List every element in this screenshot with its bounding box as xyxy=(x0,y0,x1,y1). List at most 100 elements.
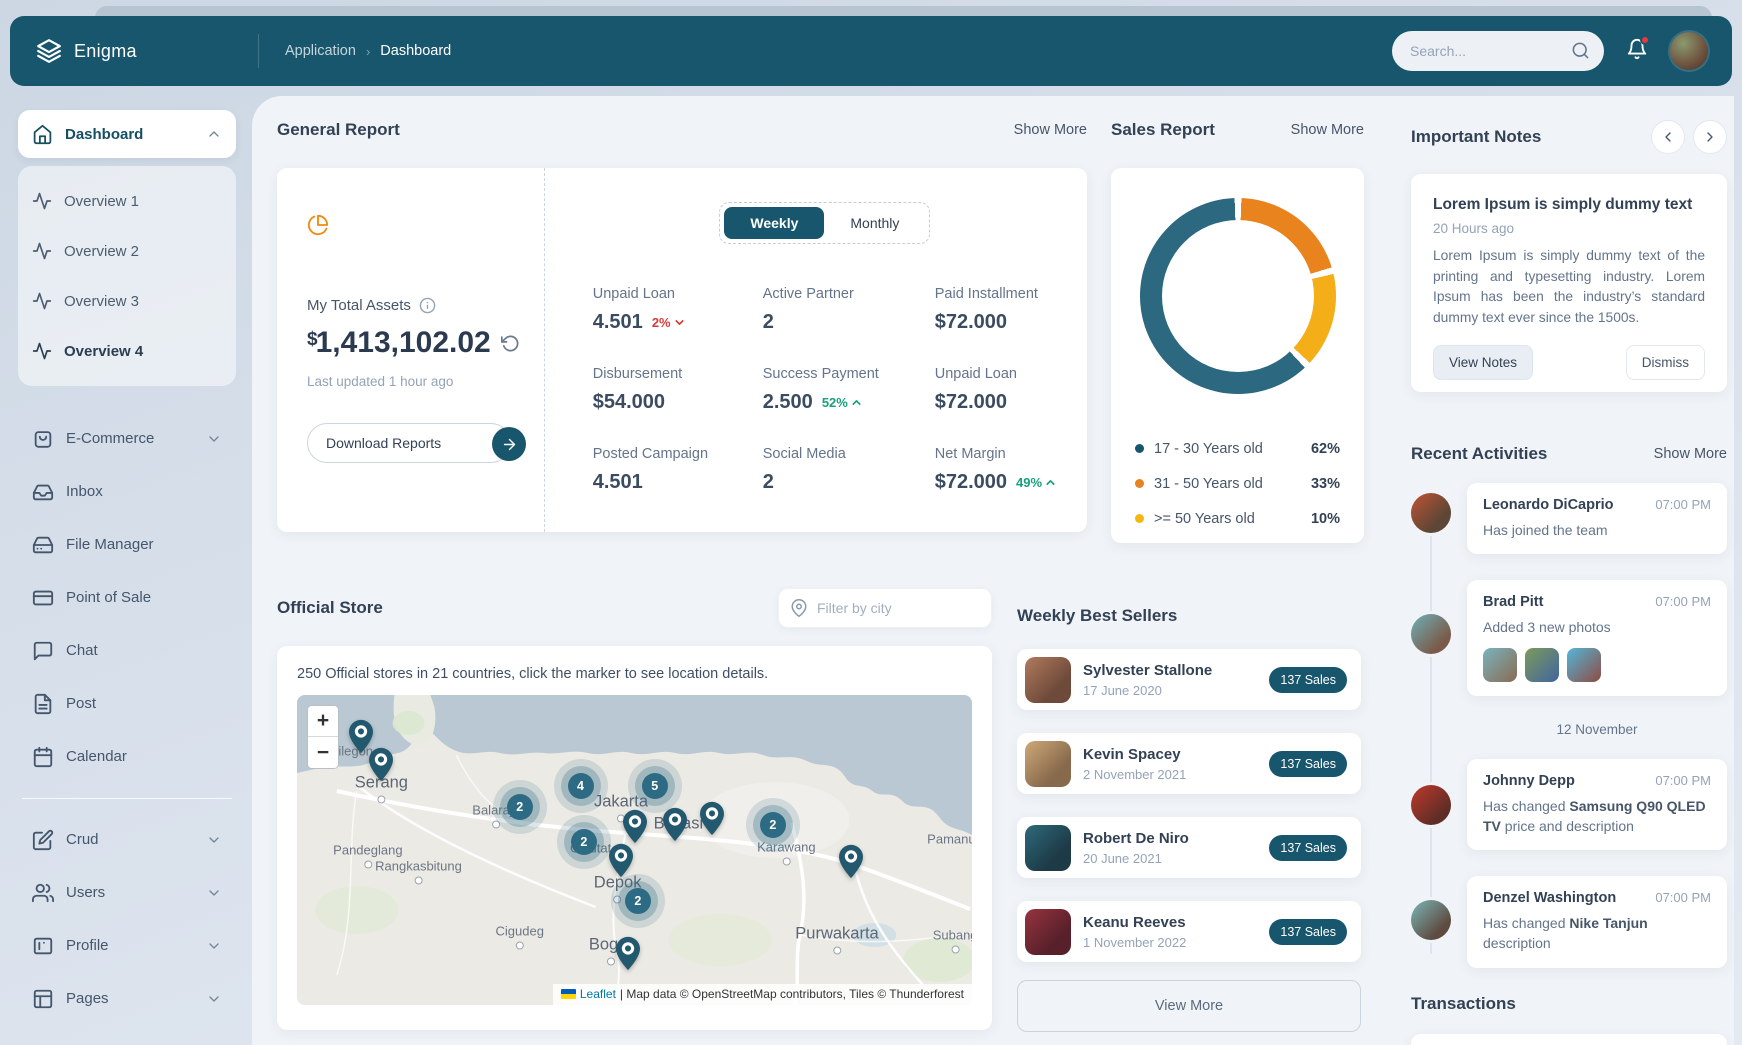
sidebar-item-crud[interactable]: Crud xyxy=(18,813,236,866)
sidebar-item-chat[interactable]: Chat xyxy=(18,624,236,677)
section-title: Sales Report xyxy=(1111,120,1215,140)
best-seller-item[interactable]: Keanu Reeves1 November 2022 137 Sales xyxy=(1017,901,1361,962)
notes-prev-button[interactable] xyxy=(1651,120,1685,154)
search-box xyxy=(1392,31,1604,71)
sidebar-item-calendar[interactable]: Calendar xyxy=(18,730,236,783)
activity-card[interactable]: Johnny Depp07:00 PM Has changed Samsung … xyxy=(1467,759,1727,851)
best-seller-item[interactable]: Robert De Niro20 June 2021 137 Sales xyxy=(1017,817,1361,878)
photo-thumbnail[interactable] xyxy=(1525,648,1559,682)
activities-show-more-link[interactable]: Show More xyxy=(1654,446,1727,462)
photo-thumbnail[interactable] xyxy=(1483,648,1517,682)
chevron-down-icon xyxy=(206,938,222,954)
age-donut-chart[interactable] xyxy=(1140,198,1336,394)
stat-paid-installment: Paid Installment $72.000 xyxy=(935,286,1057,334)
store-cluster-marker[interactable]: 2 xyxy=(625,888,651,914)
activity-icon xyxy=(32,191,52,211)
store-cluster-marker[interactable]: 2 xyxy=(760,812,786,838)
activity-card[interactable]: Denzel Washington07:00 PM Has changed Ni… xyxy=(1467,876,1727,968)
activity-icon xyxy=(32,241,52,261)
notifications-button[interactable] xyxy=(1626,38,1648,65)
activity-icon xyxy=(32,291,52,311)
sidebar-item-pages[interactable]: Pages xyxy=(18,972,236,1025)
total-assets-label: My Total Assets xyxy=(307,297,411,314)
chevron-up-icon xyxy=(1044,476,1057,489)
user-avatar[interactable] xyxy=(1670,32,1708,70)
sidebar-item-file-manager[interactable]: File Manager xyxy=(18,518,236,571)
sales-report-show-more-link[interactable]: Show More xyxy=(1291,122,1364,138)
notes-next-button[interactable] xyxy=(1693,120,1727,154)
right-column: Important Notes Lorem Ipsum is simply du… xyxy=(1411,120,1727,1045)
store-pin-marker[interactable] xyxy=(838,844,864,879)
general-report-show-more-link[interactable]: Show More xyxy=(1014,122,1087,138)
sidebar-item-inbox[interactable]: Inbox xyxy=(18,465,236,518)
section-title: Important Notes xyxy=(1411,127,1541,147)
chevron-down-icon xyxy=(206,431,222,447)
sidebar: Dashboard Overview 1 Overview 2 Overview… xyxy=(0,96,252,1045)
sidebar-item-overview-4[interactable]: Overview 4 xyxy=(32,326,222,376)
store-cluster-marker[interactable]: 5 xyxy=(642,773,668,799)
store-pin-marker[interactable] xyxy=(608,843,634,878)
info-icon[interactable] xyxy=(419,297,436,314)
sidebar-item-overview-2[interactable]: Overview 2 xyxy=(32,226,222,276)
sidebar-item-profile[interactable]: Profile xyxy=(18,919,236,972)
store-pin-marker[interactable] xyxy=(699,801,725,836)
toggle-monthly[interactable]: Monthly xyxy=(824,207,925,239)
store-cluster-marker[interactable]: 2 xyxy=(571,829,597,855)
brand-logo[interactable]: Enigma xyxy=(10,38,258,64)
view-notes-button[interactable]: View Notes xyxy=(1433,345,1533,380)
sidebar-item-overview-1[interactable]: Overview 1 xyxy=(32,176,222,226)
breadcrumb-current[interactable]: Dashboard xyxy=(380,43,451,59)
download-reports-button[interactable]: Download Reports xyxy=(307,423,511,463)
search-icon[interactable] xyxy=(1571,41,1590,60)
dismiss-button[interactable]: Dismiss xyxy=(1626,345,1705,380)
breadcrumb: Application › Dashboard xyxy=(259,43,1392,59)
credit-card-icon xyxy=(32,587,54,609)
stat-disbursement: Disbursement $54.000 xyxy=(593,366,763,414)
period-toggle: Weekly Monthly xyxy=(719,202,930,244)
store-pin-marker[interactable] xyxy=(368,747,394,782)
sidebar-item-users[interactable]: Users xyxy=(18,866,236,919)
sidebar-item-post[interactable]: Post xyxy=(18,677,236,730)
section-title: Official Store xyxy=(277,598,383,618)
sidebar-item-overview-3[interactable]: Overview 3 xyxy=(32,276,222,326)
legend-dot xyxy=(1135,444,1144,453)
best-seller-item[interactable]: Sylvester Stallone17 June 2020 137 Sales xyxy=(1017,649,1361,710)
map-zoom-in-button[interactable]: + xyxy=(308,706,338,737)
activity-card[interactable]: Brad Pitt07:00 PM Added 3 new photos xyxy=(1467,580,1727,695)
store-map[interactable]: + − Cilegon Serang Balaraja Jakarta Beka… xyxy=(297,695,972,1005)
photo-thumbnail[interactable] xyxy=(1567,648,1601,682)
activity-card[interactable]: Leonardo DiCaprio07:00 PM Has joined the… xyxy=(1467,483,1727,554)
filter-by-city-input[interactable] xyxy=(778,588,992,628)
legend-dot xyxy=(1135,479,1144,488)
leaflet-link[interactable]: Leaflet xyxy=(580,987,616,1001)
message-square-icon xyxy=(32,640,54,662)
transaction-item[interactable]: Sylvester Stallone +$77 xyxy=(1411,1034,1727,1045)
toggle-weekly[interactable]: Weekly xyxy=(724,207,824,239)
map-zoom-out-button[interactable]: − xyxy=(308,737,338,768)
sidebar-item-ecommerce[interactable]: E-Commerce xyxy=(18,412,236,465)
seller-avatar xyxy=(1025,741,1071,787)
sidebar-item-dashboard[interactable]: Dashboard xyxy=(18,110,236,158)
product-name: Nike Tanjun xyxy=(1569,915,1647,931)
main-content: General Report Show More My Total Assets… xyxy=(252,96,1734,1045)
store-cluster-marker[interactable]: 4 xyxy=(568,773,594,799)
calendar-icon xyxy=(32,746,54,768)
view-more-button[interactable]: View More xyxy=(1017,980,1361,1032)
store-pin-marker[interactable] xyxy=(662,807,688,842)
refresh-icon[interactable] xyxy=(501,334,520,353)
chevron-right-icon xyxy=(1702,129,1718,145)
sales-report-section: Sales Report Show More 17 - 30 Years old… xyxy=(1111,120,1364,543)
sidebar-item-point-of-sale[interactable]: Point of Sale xyxy=(18,571,236,624)
store-cluster-marker[interactable]: 2 xyxy=(507,794,533,820)
breadcrumb-parent[interactable]: Application xyxy=(285,43,356,59)
best-seller-item[interactable]: Kevin Spacey2 November 2021 137 Sales xyxy=(1017,733,1361,794)
note-title: Lorem Ipsum is simply dummy text xyxy=(1433,196,1705,214)
store-pin-marker[interactable] xyxy=(615,936,641,971)
stat-success-payment: Success Payment 2.500 52% xyxy=(763,366,935,414)
last-updated-text: Last updated 1 hour ago xyxy=(307,374,520,389)
shopping-bag-icon xyxy=(32,428,54,450)
official-store-section: Official Store 250 Official stores in 21… xyxy=(277,586,992,1030)
store-pin-marker[interactable] xyxy=(622,809,648,844)
map-pin-icon xyxy=(790,599,808,617)
delta-down-badge: 2% xyxy=(652,315,686,330)
